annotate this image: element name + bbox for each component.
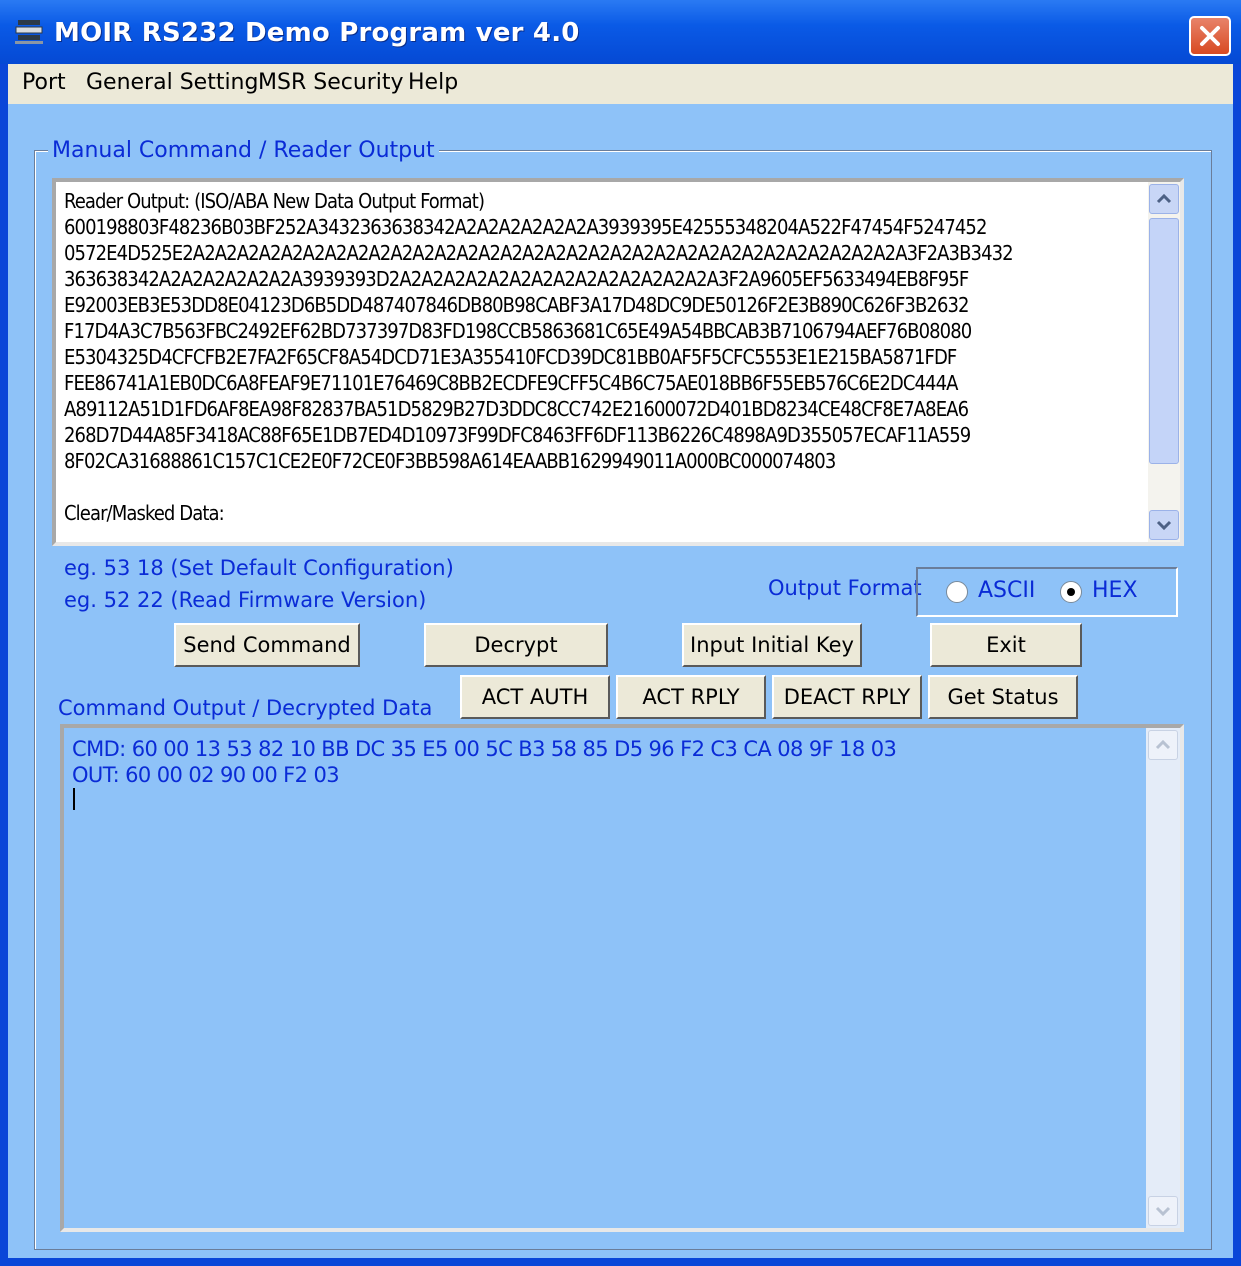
send-command-button[interactable]: Send Command (174, 623, 360, 667)
hint-set-default: eg. 53 18 (Set Default Configuration) (64, 556, 454, 580)
window-title: MOIR RS232 Demo Program ver 4.0 (54, 18, 580, 48)
radio-selected-dot (1067, 588, 1075, 596)
chevron-up-icon (1156, 193, 1172, 204)
output-scroll-down-button[interactable] (1148, 1196, 1178, 1226)
exit-button[interactable]: Exit (930, 623, 1082, 667)
scroll-thumb[interactable] (1149, 218, 1179, 464)
close-icon (1200, 26, 1220, 46)
text-caret (73, 788, 75, 810)
get-status-button[interactable]: Get Status (928, 675, 1078, 719)
menu-msr-security[interactable]: MSR Security (254, 68, 408, 97)
chevron-up-icon (1155, 739, 1171, 750)
output-format-radio-group: ASCII HEX (916, 567, 1178, 617)
radio-ascii-label[interactable]: ASCII (978, 578, 1035, 603)
menu-bar: Port General Setting MSR Security Help (8, 64, 1233, 104)
menu-port[interactable]: Port (18, 68, 70, 97)
input-initial-key-button[interactable]: Input Initial Key (682, 623, 862, 667)
command-output-textbox[interactable]: CMD: 60 00 13 53 82 10 BB DC 35 E5 00 5C… (60, 724, 1184, 1232)
chevron-down-icon (1155, 1206, 1171, 1217)
scroll-up-button[interactable] (1149, 184, 1179, 214)
command-output-label: Command Output / Decrypted Data (58, 696, 433, 720)
client-area: Manual Command / Reader Output Reader Ou… (8, 104, 1233, 1258)
scroll-down-button[interactable] (1149, 510, 1179, 540)
reader-output-text: Reader Output: (ISO/ABA New Data Output … (64, 189, 1014, 525)
serial-port-icon (15, 20, 43, 44)
deact-rply-button[interactable]: DEACT RPLY (772, 675, 922, 719)
close-button[interactable] (1189, 16, 1231, 56)
decrypt-button[interactable]: Decrypt (424, 623, 608, 667)
menu-help[interactable]: Help (404, 68, 462, 97)
group-label: Manual Command / Reader Output (48, 138, 439, 163)
act-auth-button[interactable]: ACT AUTH (460, 675, 610, 719)
reader-output-textbox[interactable]: Reader Output: (ISO/ABA New Data Output … (52, 178, 1184, 546)
title-bar[interactable]: MOIR RS232 Demo Program ver 4.0 (0, 0, 1241, 64)
chevron-down-icon (1156, 520, 1172, 531)
radio-hex[interactable] (1060, 581, 1082, 603)
app-window: MOIR RS232 Demo Program ver 4.0 Port Gen… (0, 0, 1241, 1266)
command-output-text: CMD: 60 00 13 53 82 10 BB DC 35 E5 00 5C… (72, 737, 897, 787)
output-scrollbar[interactable] (1146, 728, 1180, 1228)
reader-scrollbar[interactable] (1148, 182, 1180, 542)
output-scroll-up-button[interactable] (1148, 730, 1178, 760)
menu-general-setting[interactable]: General Setting (82, 68, 262, 97)
hint-read-firmware: eg. 52 22 (Read Firmware Version) (64, 588, 427, 612)
radio-hex-label[interactable]: HEX (1092, 578, 1138, 603)
act-rply-button[interactable]: ACT RPLY (616, 675, 766, 719)
radio-ascii[interactable] (946, 581, 968, 603)
output-format-label: Output Format (768, 576, 922, 600)
